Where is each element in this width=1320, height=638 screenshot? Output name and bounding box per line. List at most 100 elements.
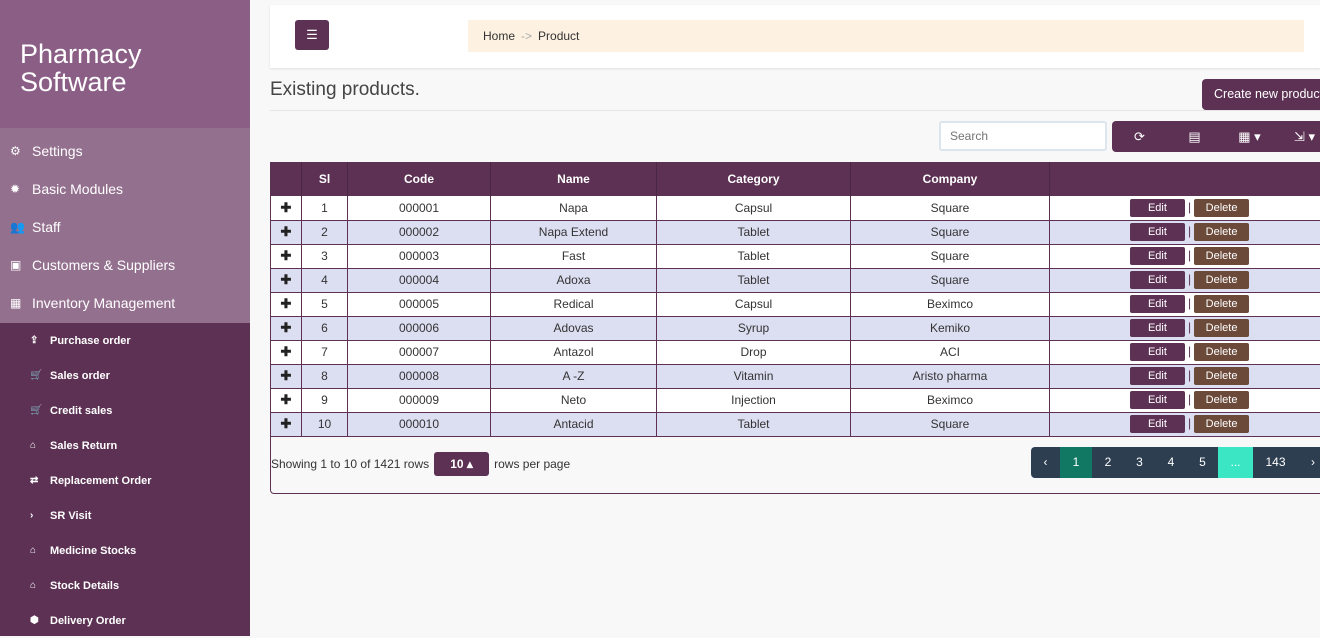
- calculator-icon: ▦: [10, 296, 32, 310]
- page-ellipsis[interactable]: ...: [1218, 447, 1253, 478]
- menu-item-customers-suppliers[interactable]: ▣Customers & Suppliers: [0, 246, 250, 284]
- cell-company: Square: [851, 244, 1050, 268]
- refresh-icon[interactable]: ⟳: [1112, 129, 1167, 145]
- expand-row-icon[interactable]: ✚: [271, 268, 302, 292]
- submenu-item-sales-order[interactable]: 🛒Sales order: [0, 358, 250, 393]
- cell-sl: 10: [302, 412, 348, 436]
- actions-column-header: [1050, 162, 1320, 196]
- expand-row-icon[interactable]: ✚: [271, 292, 302, 316]
- sidebar-toggle-button[interactable]: ☰: [295, 20, 329, 50]
- delete-button[interactable]: Delete: [1194, 343, 1249, 361]
- expand-column-header: [271, 162, 302, 196]
- submenu-item-medicine-stocks[interactable]: ⌂Medicine Stocks: [0, 533, 250, 568]
- edit-button[interactable]: Edit: [1130, 223, 1185, 241]
- cell-sl: 2: [302, 220, 348, 244]
- submenu-item-sr-visit[interactable]: ›SR Visit: [0, 498, 250, 533]
- expand-row-icon[interactable]: ✚: [271, 412, 302, 436]
- edit-button[interactable]: Edit: [1130, 391, 1185, 409]
- menu-item-settings[interactable]: ⚙Settings: [0, 132, 250, 170]
- page-143[interactable]: 143: [1253, 447, 1298, 478]
- edit-button[interactable]: Edit: [1130, 415, 1185, 433]
- expand-row-icon[interactable]: ✚: [271, 364, 302, 388]
- action-separator: |: [1188, 200, 1191, 214]
- menu-item-inventory-management[interactable]: ▦Inventory Management: [0, 284, 250, 322]
- export-icon[interactable]: ⇲ ▾: [1277, 129, 1320, 145]
- submenu-item-sales-return[interactable]: ⌂Sales Return: [0, 428, 250, 463]
- edit-button[interactable]: Edit: [1130, 247, 1185, 265]
- delete-button[interactable]: Delete: [1194, 271, 1249, 289]
- delete-button[interactable]: Delete: [1194, 295, 1249, 313]
- cell-code: 000001: [348, 196, 491, 220]
- delete-button[interactable]: Delete: [1194, 391, 1249, 409]
- table-row: ✚4000004AdoxaTabletSquareEdit|Delete: [271, 268, 1320, 292]
- delete-button[interactable]: Delete: [1194, 247, 1249, 265]
- expand-row-icon[interactable]: ✚: [271, 388, 302, 412]
- page-3[interactable]: 3: [1124, 447, 1155, 478]
- page-5[interactable]: 5: [1187, 447, 1218, 478]
- menu-item-staff[interactable]: 👥Staff: [0, 208, 250, 246]
- column-header-name[interactable]: Name: [491, 162, 657, 196]
- submenu-item-delivery-order[interactable]: ⬢Delivery Order: [0, 603, 250, 638]
- cell-code: 000008: [348, 364, 491, 388]
- columns-icon[interactable]: ▦ ▾: [1222, 129, 1277, 145]
- actions-cell: Edit|Delete: [1050, 340, 1320, 364]
- search-input[interactable]: [939, 121, 1107, 151]
- page-2[interactable]: 2: [1092, 447, 1124, 478]
- cell-code: 000002: [348, 220, 491, 244]
- actions-cell: Edit|Delete: [1050, 220, 1320, 244]
- submenu-item-replacement-order[interactable]: ⇄Replacement Order: [0, 463, 250, 498]
- action-separator: |: [1188, 416, 1191, 430]
- edit-button[interactable]: Edit: [1130, 199, 1185, 217]
- submenu-item-purchase-order[interactable]: ⇪Purchase order: [0, 323, 250, 358]
- create-product-button[interactable]: Create new product: [1202, 79, 1320, 110]
- column-header-code[interactable]: Code: [348, 162, 491, 196]
- edit-button[interactable]: Edit: [1130, 271, 1185, 289]
- expand-row-icon[interactable]: ✚: [271, 196, 302, 220]
- actions-cell: Edit|Delete: [1050, 388, 1320, 412]
- top-header: ☰ Home->Product: [270, 5, 1320, 68]
- expand-row-icon[interactable]: ✚: [271, 340, 302, 364]
- column-header-company[interactable]: Company: [851, 162, 1050, 196]
- page-4[interactable]: 4: [1155, 447, 1187, 478]
- delete-button[interactable]: Delete: [1194, 367, 1249, 385]
- table-row: ✚6000006AdovasSyrupKemikoEdit|Delete: [271, 316, 1320, 340]
- chevron-right-icon: ›: [30, 510, 50, 521]
- breadcrumb-home[interactable]: Home: [483, 29, 515, 43]
- delete-button[interactable]: Delete: [1194, 319, 1249, 337]
- menu-item-label: Basic Modules: [32, 181, 123, 197]
- column-header-sl[interactable]: Sl: [302, 162, 348, 196]
- submenu-item-label: Delivery Order: [50, 615, 126, 627]
- edit-button[interactable]: Edit: [1130, 295, 1185, 313]
- table-toolbar: ⟳ ▤ ▦ ▾ ⇲ ▾: [1112, 121, 1320, 152]
- column-header-category[interactable]: Category: [657, 162, 851, 196]
- cogs-icon: ⚙: [10, 144, 32, 158]
- table-row: ✚2000002Napa ExtendTabletSquareEdit|Dele…: [271, 220, 1320, 244]
- actions-cell: Edit|Delete: [1050, 412, 1320, 436]
- page-1[interactable]: 1: [1060, 447, 1092, 478]
- cell-name: Fast: [491, 244, 657, 268]
- cell-category: Capsul: [657, 196, 851, 220]
- expand-row-icon[interactable]: ✚: [271, 220, 302, 244]
- submenu-item-credit-sales[interactable]: 🛒Credit sales: [0, 393, 250, 428]
- edit-button[interactable]: Edit: [1130, 319, 1185, 337]
- menu-item-basic-modules[interactable]: ✹Basic Modules: [0, 170, 250, 208]
- delete-button[interactable]: Delete: [1194, 199, 1249, 217]
- cell-sl: 4: [302, 268, 348, 292]
- prev-page-button[interactable]: ‹: [1031, 447, 1060, 478]
- next-page-button[interactable]: ›: [1298, 447, 1320, 478]
- sidebar: Pharmacy Software ⚙Settings✹Basic Module…: [0, 0, 250, 636]
- submenu-item-stock-details[interactable]: ⌂Stock Details: [0, 568, 250, 603]
- delete-button[interactable]: Delete: [1194, 223, 1249, 241]
- expand-row-icon[interactable]: ✚: [271, 316, 302, 340]
- expand-row-icon[interactable]: ✚: [271, 244, 302, 268]
- edit-button[interactable]: Edit: [1130, 367, 1185, 385]
- table-row: ✚5000005RedicalCapsulBeximcoEdit|Delete: [271, 292, 1320, 316]
- delete-button[interactable]: Delete: [1194, 415, 1249, 433]
- page-size-dropdown[interactable]: 10 ▴: [434, 452, 489, 476]
- edit-button[interactable]: Edit: [1130, 343, 1185, 361]
- cell-code: 000010: [348, 412, 491, 436]
- list-view-icon[interactable]: ▤: [1167, 129, 1222, 145]
- cell-name: Antazol: [491, 340, 657, 364]
- submenu: ⇪Purchase order🛒Sales order🛒Credit sales…: [0, 323, 250, 638]
- cell-category: Tablet: [657, 244, 851, 268]
